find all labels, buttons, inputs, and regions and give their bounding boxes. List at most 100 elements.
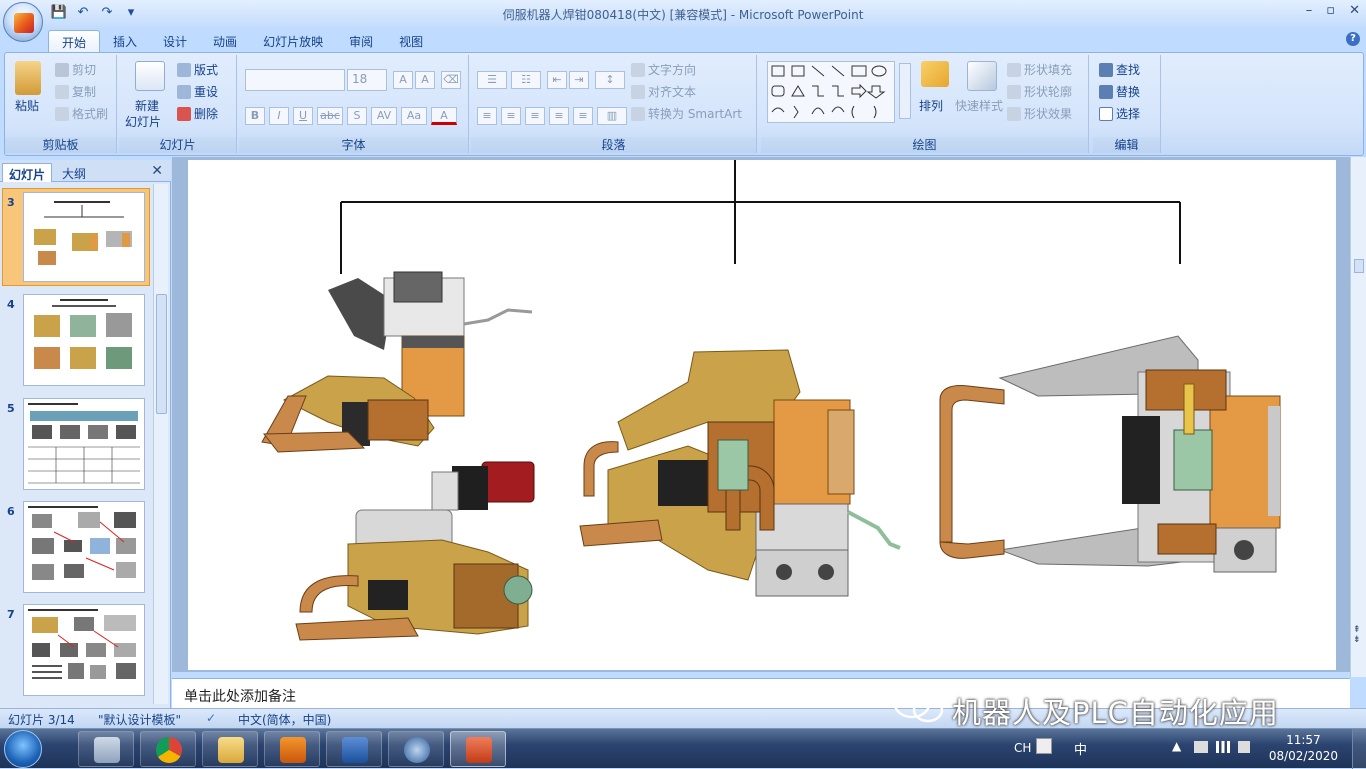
find-button[interactable]: 查找 (1099, 61, 1140, 78)
new-slide-dropdown[interactable]: 幻灯片 (125, 113, 161, 130)
underline-button[interactable]: U (293, 107, 313, 125)
bullets-button[interactable]: ☰ (477, 71, 507, 89)
tab-home[interactable]: 开始 (48, 30, 101, 52)
convert-smartart-button[interactable]: 转换为 SmartArt (631, 105, 742, 122)
char-spacing-button[interactable]: AV (371, 107, 397, 125)
font-size-combo[interactable]: 18 (347, 69, 387, 91)
minimize-button[interactable]: – (1306, 3, 1313, 18)
slide-scroll-thumb[interactable] (1354, 259, 1364, 273)
change-case-button[interactable]: Aa (401, 107, 427, 125)
quick-styles-button[interactable]: 快速样式 (955, 97, 1003, 114)
align-right-button[interactable]: ≡ (525, 107, 545, 125)
taskbar-explorer[interactable] (202, 731, 258, 767)
taskbar-calculator[interactable] (78, 731, 134, 767)
distribute-button[interactable]: ≡ (573, 107, 593, 125)
reset-icon (177, 84, 191, 99)
format-painter-button[interactable]: 格式刷 (55, 105, 108, 122)
numbering-button[interactable]: ☷ (511, 71, 541, 89)
panel-scroll-thumb[interactable] (156, 294, 167, 414)
slide-thumbnail-3[interactable] (23, 192, 145, 282)
paste-button[interactable]: 粘贴 (15, 97, 39, 114)
text-direction-button[interactable]: 文字方向 (631, 61, 696, 78)
line-spacing-button[interactable]: ↕ (595, 71, 625, 89)
decrease-indent-button[interactable]: ⇤ (547, 71, 567, 89)
slide-thumbnail-5[interactable] (23, 398, 145, 490)
taskbar-settings-app[interactable] (388, 731, 444, 767)
group-paragraph: ☰ ☷ ⇤ ⇥ ↕ 文字方向 对齐文本 ≡ ≡ ≡ ≡ ≡ ▥ 转换为 Smar… (471, 55, 757, 153)
volume-icon[interactable] (1238, 741, 1250, 753)
align-text-button[interactable]: 对齐文本 (631, 83, 696, 100)
network-icon[interactable] (1216, 741, 1230, 753)
clear-format-button[interactable]: ⌫ (441, 71, 461, 89)
office-button[interactable] (3, 2, 43, 42)
copy-button[interactable]: 复制 (55, 83, 96, 100)
replace-button[interactable]: 替换 (1099, 83, 1140, 100)
tab-design[interactable]: 设计 (150, 30, 200, 52)
shape-fill-button[interactable]: 形状填充 (1007, 61, 1072, 78)
tray-lang[interactable]: CH (1014, 741, 1031, 755)
ime-icon[interactable] (1036, 738, 1052, 754)
reset-button[interactable]: 重设 (177, 83, 218, 100)
tab-slides-panel[interactable]: 幻灯片 (2, 163, 53, 182)
shape-effects-button[interactable]: 形状效果 (1007, 105, 1072, 122)
cut-button[interactable]: 剪切 (55, 61, 96, 78)
save-icon[interactable]: 💾 (50, 4, 68, 22)
new-slide-button[interactable]: 新建 (135, 97, 159, 114)
tab-animations[interactable]: 动画 (200, 30, 250, 52)
tab-outline-panel[interactable]: 大纲 (56, 163, 92, 182)
columns-button[interactable]: ▥ (597, 107, 627, 125)
maximize-button[interactable]: ▫ (1326, 3, 1335, 18)
slide-thumbnail-4[interactable] (23, 294, 145, 386)
help-icon[interactable]: ? (1346, 32, 1360, 46)
slide-thumbnail-6[interactable] (23, 501, 145, 593)
increase-indent-button[interactable]: ⇥ (569, 71, 589, 89)
delete-slide-button[interactable]: 删除 (177, 105, 218, 122)
slide-thumbnail-7[interactable] (23, 604, 145, 696)
tab-view[interactable]: 视图 (386, 30, 436, 52)
prev-next-slide-icon[interactable]: ⇞ ⇟ (1353, 625, 1361, 645)
show-desktop-button[interactable] (1352, 729, 1366, 769)
panel-scrollbar[interactable] (153, 184, 168, 704)
paragraph-group-label: 段落 (471, 137, 756, 153)
action-center-icon[interactable] (1194, 741, 1208, 753)
shrink-font-button[interactable]: A (415, 71, 435, 89)
taskbar-chrome[interactable] (140, 731, 196, 767)
start-button[interactable] (4, 730, 42, 768)
show-hidden-icons[interactable]: ▲ (1172, 739, 1181, 753)
grow-font-button[interactable]: A (393, 71, 413, 89)
font-color-button[interactable]: A (431, 107, 457, 125)
tab-slideshow[interactable]: 幻灯片放映 (250, 30, 336, 52)
bold-button[interactable]: B (245, 107, 265, 125)
align-left-button[interactable]: ≡ (477, 107, 497, 125)
theme-name[interactable]: "默认设计模板" (98, 711, 181, 728)
customize-qat-icon[interactable]: ▾ (122, 4, 140, 22)
taskbar-app-orange[interactable] (264, 731, 320, 767)
redo-icon[interactable]: ↷ (98, 4, 116, 22)
language-indicator[interactable]: 中文(简体，中国) (238, 711, 331, 728)
taskbar-powerpoint[interactable] (450, 731, 506, 767)
italic-button[interactable]: I (269, 107, 289, 125)
shapes-gallery-scroll[interactable] (899, 63, 911, 119)
undo-icon[interactable]: ↶ (74, 4, 92, 22)
spellcheck-icon[interactable]: ✓ (206, 711, 216, 725)
align-center-button[interactable]: ≡ (501, 107, 521, 125)
taskbar-word[interactable] (326, 731, 382, 767)
slide-canvas[interactable] (188, 160, 1336, 670)
slide-vertical-scrollbar[interactable]: ⇞ ⇟ (1350, 157, 1366, 677)
shapes-gallery[interactable] (767, 61, 895, 123)
close-panel-icon[interactable]: ✕ (151, 163, 163, 179)
shape-outline-button[interactable]: 形状轮廓 (1007, 83, 1072, 100)
shadow-button[interactable]: S (347, 107, 367, 125)
select-button[interactable]: 选择 (1099, 105, 1140, 122)
arrange-button[interactable]: 排列 (919, 97, 943, 114)
justify-button[interactable]: ≡ (549, 107, 569, 125)
powerpoint-icon (466, 737, 492, 763)
tab-insert[interactable]: 插入 (100, 30, 150, 52)
layout-button[interactable]: 版式 (177, 61, 218, 78)
tray-clock[interactable]: 11:57 08/02/2020 (1269, 732, 1338, 764)
tab-review[interactable]: 审阅 (336, 30, 386, 52)
font-name-combo[interactable] (245, 69, 345, 91)
strikethrough-button[interactable]: abc (317, 107, 343, 125)
tray-ime[interactable]: 中 (1074, 739, 1087, 758)
close-button[interactable]: ✕ (1349, 3, 1360, 18)
